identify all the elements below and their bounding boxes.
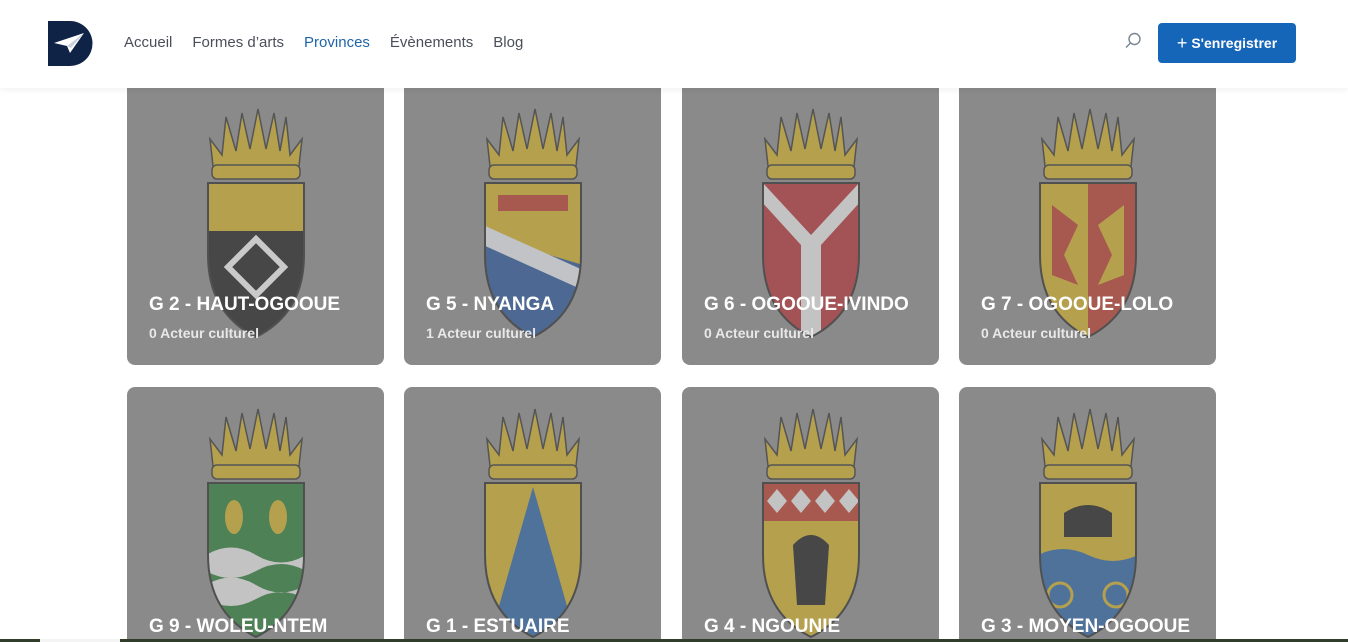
province-title: G 2 - HAUT-OGOOUE	[149, 294, 341, 315]
register-button-label: S'enregistrer	[1191, 35, 1278, 51]
province-title: G 7 - OGOOUE-LOLO	[981, 294, 1174, 315]
crest-moyen-ogooue-icon	[1038, 408, 1137, 639]
province-card-moyen-ogooue[interactable]: G 3 - MOYEN-OGOOUE	[959, 387, 1216, 642]
province-title: G 4 - NGOUNIE	[704, 616, 841, 637]
province-actor-count: 1 Acteur culturel	[426, 325, 536, 341]
province-actor-count: 0 Acteur culturel	[149, 325, 259, 341]
province-title: G 3 - MOYEN-OGOOUE	[981, 616, 1191, 637]
province-actor-count: 0 Acteur culturel	[704, 325, 814, 341]
crest-ngounie-icon	[761, 408, 860, 639]
main-nav: Accueil Formes d’arts Provinces Évènemen…	[124, 33, 543, 53]
province-actor-count: 0 Acteur culturel	[981, 325, 1091, 341]
search-icon[interactable]	[1124, 32, 1142, 50]
province-title: G 5 - NYANGA	[426, 294, 555, 315]
province-card-woleu-ntem[interactable]: G 9 - WOLEU-NTEM	[127, 387, 384, 642]
nav-item-evenements[interactable]: Évènements	[390, 33, 473, 53]
province-title: G 1 - ESTUAIRE	[426, 616, 570, 637]
province-card-ogooue-ivindo[interactable]: G 6 - OGOOUE-IVINDO 0 Acteur culturel	[682, 87, 939, 365]
nav-item-blog[interactable]: Blog	[493, 33, 523, 53]
crest-estuaire-icon	[483, 408, 582, 639]
plus-icon: +	[1176, 33, 1188, 53]
province-card-ogooue-lolo[interactable]: G 7 - OGOOUE-LOLO 0 Acteur culturel	[959, 87, 1216, 365]
nav-item-accueil[interactable]: Accueil	[124, 33, 172, 53]
province-card-ngounie[interactable]: G 4 - NGOUNIE	[682, 387, 939, 642]
province-title: G 9 - WOLEU-NTEM	[149, 616, 328, 637]
crest-woleu-ntem-icon	[206, 408, 305, 639]
nav-item-formes-arts[interactable]: Formes d’arts	[192, 33, 284, 53]
register-button[interactable]: + S'enregistrer	[1158, 23, 1296, 63]
paper-plane-logo-icon[interactable]	[48, 21, 93, 66]
nav-item-provinces[interactable]: Provinces	[304, 33, 370, 53]
site-header: Accueil Formes d’arts Provinces Évènemen…	[0, 0, 1348, 88]
province-card-nyanga[interactable]: G 5 - NYANGA 1 Acteur culturel	[404, 87, 661, 365]
province-card-haut-ogooue[interactable]: G 2 - HAUT-OGOOUE 0 Acteur culturel	[127, 87, 384, 365]
province-card-estuaire[interactable]: G 1 - ESTUAIRE	[404, 387, 661, 642]
province-title: G 6 - OGOOUE-IVINDO	[704, 294, 909, 315]
